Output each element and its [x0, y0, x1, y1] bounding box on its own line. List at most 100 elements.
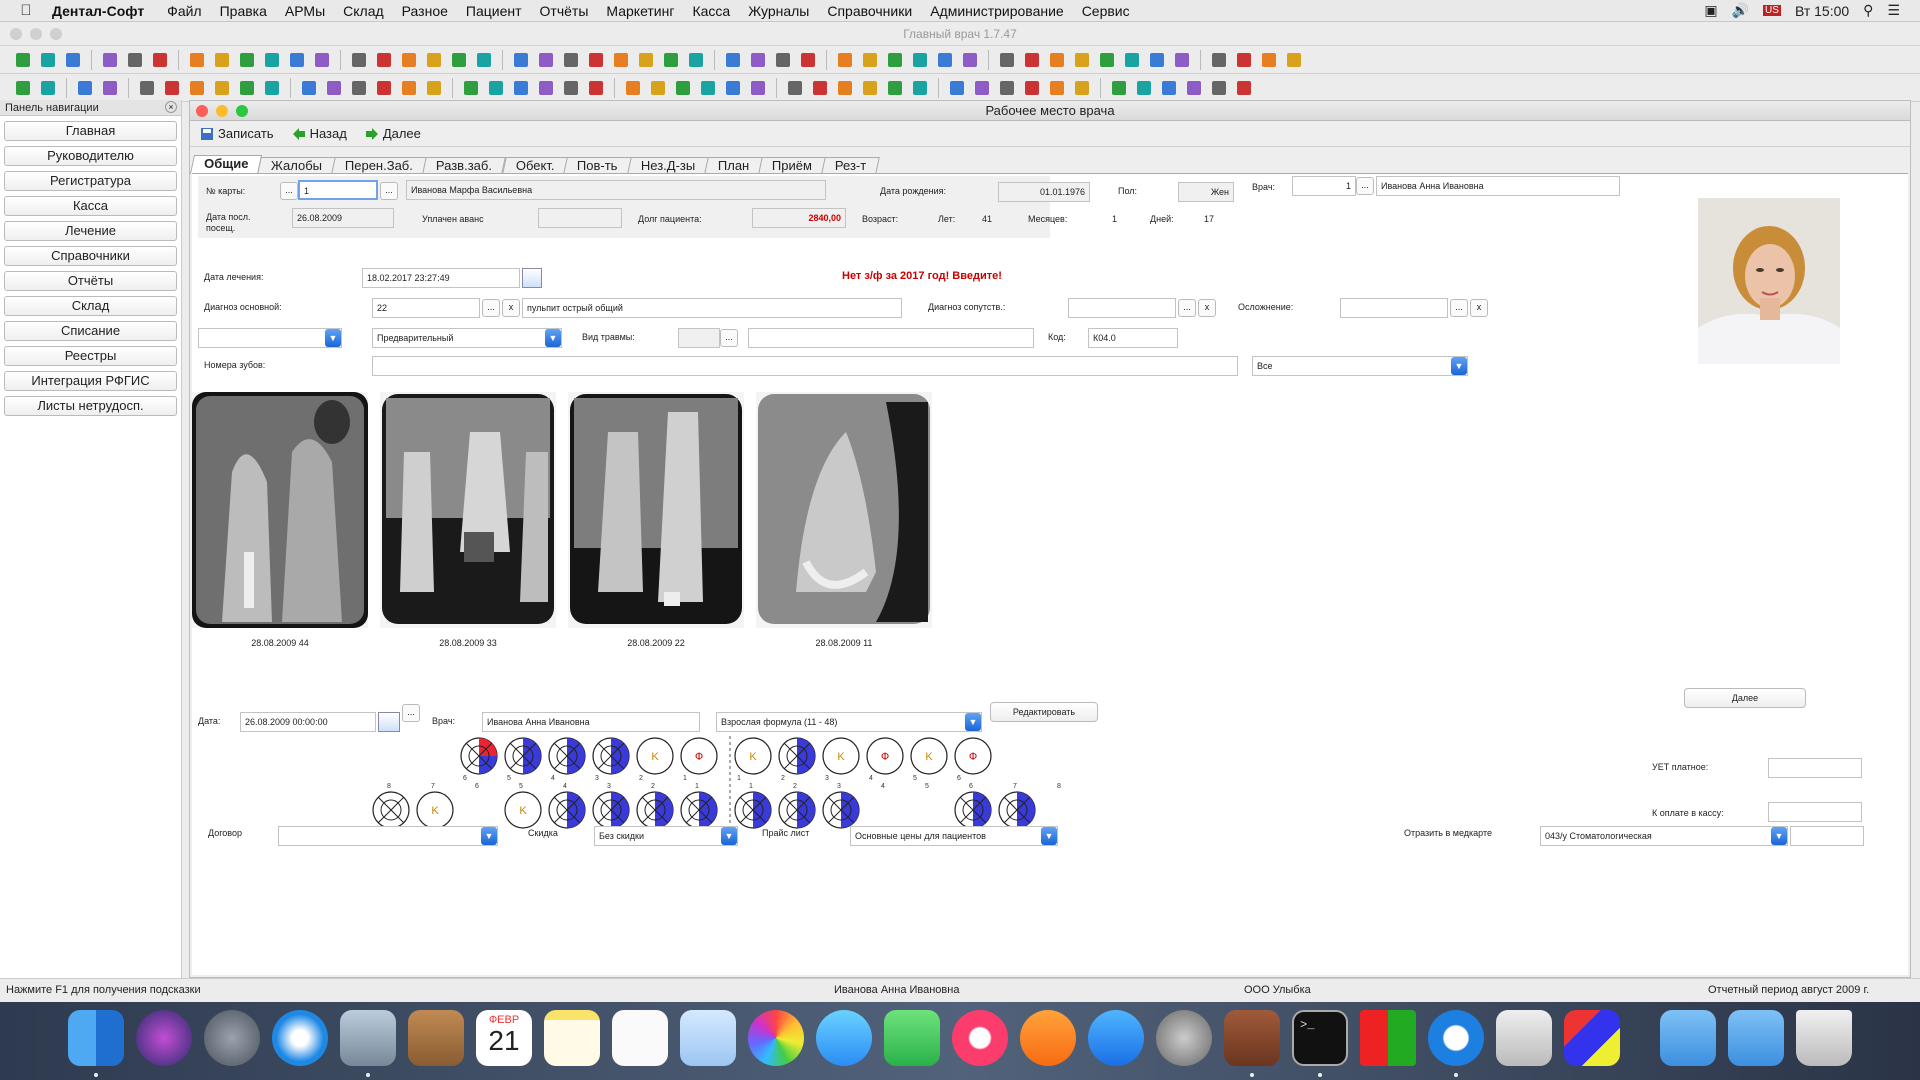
menu-service[interactable]: Сервис	[1073, 3, 1139, 19]
toolbar-tool-icon[interactable]	[286, 49, 308, 71]
dictionary-icon[interactable]	[1224, 1010, 1280, 1066]
tooth[interactable]: Ф	[680, 737, 718, 775]
toolbar-tool-icon[interactable]	[884, 77, 906, 99]
toolbar-tool-icon[interactable]	[311, 49, 333, 71]
toolbar-tool-icon[interactable]	[1021, 77, 1043, 99]
diagnosis-status-select[interactable]: Предварительный ▼	[372, 328, 562, 348]
toolbar-tool-icon[interactable]	[473, 49, 495, 71]
toolbar-tool-icon[interactable]	[1046, 77, 1068, 99]
toolbar-tool-icon[interactable]	[124, 49, 146, 71]
nav-item-registers[interactable]: Реестры	[4, 346, 177, 366]
minimize-icon[interactable]	[216, 105, 228, 117]
facetime-icon[interactable]	[884, 1010, 940, 1066]
toolbar-tool-icon[interactable]	[1108, 77, 1130, 99]
toolbar-tool-icon[interactable]	[996, 77, 1018, 99]
category-select[interactable]: ▼	[198, 328, 342, 348]
next-page-button[interactable]: Далее	[1684, 688, 1806, 708]
medcard-select[interactable]: 043/у Стоматологическая ▼	[1540, 826, 1788, 846]
toolbar-tool-icon[interactable]	[1233, 49, 1255, 71]
price-list-select[interactable]: Основные цены для пациентов ▼	[850, 826, 1058, 846]
card-number-input[interactable]: 1	[298, 180, 378, 200]
messages-icon[interactable]	[816, 1010, 872, 1066]
toolbar-tool-icon[interactable]	[784, 77, 806, 99]
nav-item-writeoff[interactable]: Списание	[4, 321, 177, 341]
toolbar-tool-icon[interactable]	[236, 49, 258, 71]
toolbar-tool-icon[interactable]	[373, 49, 395, 71]
toolbar-tool-icon[interactable]	[1258, 49, 1280, 71]
edit-button[interactable]: Редактировать	[990, 702, 1098, 722]
toolbar-tool-icon[interactable]	[1183, 77, 1205, 99]
toolbar-tool-icon[interactable]	[560, 49, 582, 71]
finder-icon[interactable]	[68, 1010, 124, 1066]
toolbar-tool-icon[interactable]	[136, 77, 158, 99]
safari-icon[interactable]	[272, 1010, 328, 1066]
music-icon[interactable]	[952, 1010, 1008, 1066]
toolbar-tool-icon[interactable]	[186, 77, 208, 99]
app-store-icon[interactable]	[1088, 1010, 1144, 1066]
toolbar-tool-icon[interactable]	[37, 49, 59, 71]
teeth-filter-select[interactable]: Все ▼	[1252, 356, 1468, 376]
toolbar-tool-icon[interactable]	[373, 77, 395, 99]
tooth[interactable]	[548, 737, 586, 775]
discount-select[interactable]: Без скидки ▼	[594, 826, 738, 846]
toolbar-tool-icon[interactable]	[535, 49, 557, 71]
tooth[interactable]	[548, 791, 586, 829]
toolbar-tool-icon[interactable]	[460, 77, 482, 99]
toolbar-tool-icon[interactable]	[12, 77, 34, 99]
tooth[interactable]	[372, 791, 410, 829]
diag-sub-clear-button[interactable]: x	[1198, 299, 1216, 317]
calendar-icon[interactable]	[522, 268, 542, 288]
diag-main-search-button[interactable]: ...	[482, 299, 500, 317]
zoom-icon[interactable]	[50, 28, 62, 40]
toolbar-tool-icon[interactable]	[348, 49, 370, 71]
menu-journals[interactable]: Журналы	[739, 3, 818, 19]
terminal-icon[interactable]: >_	[1292, 1010, 1348, 1066]
diag-sub-search-button[interactable]: ...	[1178, 299, 1196, 317]
xray-image[interactable]	[380, 392, 556, 628]
books-icon[interactable]	[1020, 1010, 1076, 1066]
toolbar-tool-icon[interactable]	[1071, 77, 1093, 99]
toolbar-tool-icon[interactable]	[809, 77, 831, 99]
menu-admin[interactable]: Администрирование	[921, 3, 1073, 19]
maps-icon[interactable]	[680, 1010, 736, 1066]
nav-item-rfgis[interactable]: Интеграция РФГИС	[4, 371, 177, 391]
toolbar-tool-icon[interactable]	[510, 77, 532, 99]
toolbar-tool-icon[interactable]	[622, 77, 644, 99]
toolbar-tool-icon[interactable]	[859, 49, 881, 71]
formula-date-button[interactable]: ...	[402, 704, 420, 722]
toolbar-tool-icon[interactable]	[672, 77, 694, 99]
menu-edit[interactable]: Правка	[211, 3, 276, 19]
tooth[interactable]	[460, 737, 498, 775]
toolbar-tool-icon[interactable]	[398, 77, 420, 99]
toolbar-tool-icon[interactable]	[909, 49, 931, 71]
flag-icon[interactable]: US	[1763, 5, 1781, 16]
siri-icon[interactable]	[136, 1010, 192, 1066]
xray-image[interactable]	[192, 392, 368, 628]
toolbar-tool-icon[interactable]	[635, 49, 657, 71]
doctor-id-field[interactable]: 1	[1292, 176, 1356, 196]
close-icon[interactable]: ×	[165, 101, 177, 113]
menu-cash[interactable]: Касса	[683, 3, 739, 19]
toolbar-tool-icon[interactable]	[62, 49, 84, 71]
toolbar-tool-icon[interactable]	[261, 49, 283, 71]
tab-general[interactable]: Общие	[189, 155, 263, 174]
menu-arms[interactable]: АРМы	[276, 3, 334, 19]
menu-references[interactable]: Справочники	[818, 3, 921, 19]
tab-objective[interactable]: Обект.	[501, 157, 568, 174]
toolbar-tool-icon[interactable]	[610, 49, 632, 71]
toolbar-tool-icon[interactable]	[996, 49, 1018, 71]
tooth[interactable]: K	[822, 737, 860, 775]
teeth-numbers-field[interactable]	[372, 356, 1238, 376]
toolbar-tool-icon[interactable]	[448, 49, 470, 71]
nav-item-references[interactable]: Справочники	[4, 246, 177, 266]
close-icon[interactable]	[10, 28, 22, 40]
toolbar-tool-icon[interactable]	[859, 77, 881, 99]
toolbar-tool-icon[interactable]	[211, 77, 233, 99]
toolbar-tool-icon[interactable]	[934, 49, 956, 71]
toolbar-tool-icon[interactable]	[99, 49, 121, 71]
toolbar-tool-icon[interactable]	[348, 77, 370, 99]
toolbar-tool-icon[interactable]	[236, 77, 258, 99]
tooth[interactable]	[592, 737, 630, 775]
toolbar-tool-icon[interactable]	[1233, 77, 1255, 99]
diag-main-code-field[interactable]: 22	[372, 298, 480, 318]
